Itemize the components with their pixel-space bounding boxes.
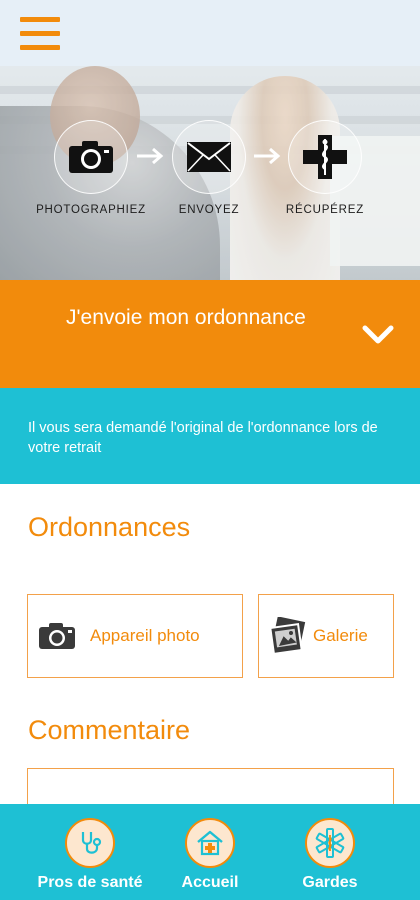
gallery-icon <box>269 617 306 655</box>
hero-banner: PHOTOGRAPHIEZ ENVOYEZ RÉCUPÉREZ <box>0 66 420 280</box>
camera-button[interactable]: Appareil photo <box>27 594 243 678</box>
nav-item-home[interactable]: Accueil <box>140 818 280 892</box>
home-pharmacy-icon <box>185 818 235 868</box>
info-text: Il vous sera demandé l'original de l'ord… <box>28 420 378 456</box>
camera-icon <box>39 623 75 649</box>
top-bar <box>0 0 420 66</box>
section-title-comment: Commentaire <box>28 715 191 745</box>
star-of-life-icon <box>305 818 355 868</box>
step-label: RÉCUPÉREZ <box>285 204 365 216</box>
nav-item-health-pros[interactable]: Pros de santé <box>20 818 160 892</box>
gallery-button[interactable]: Galerie <box>258 594 394 678</box>
hamburger-menu-icon[interactable] <box>20 17 62 51</box>
nav-label: Accueil <box>181 874 239 891</box>
send-prescription-toggle[interactable]: J'envoie mon ordonnance <box>0 280 420 388</box>
gallery-button-label: Galerie <box>313 626 368 645</box>
step-label: PHOTOGRAPHIEZ <box>36 204 146 216</box>
nav-label: Pros de santé <box>37 874 143 891</box>
stethoscope-icon <box>65 818 115 868</box>
nav-label: Gardes <box>302 874 358 891</box>
section-title-prescriptions: Ordonnances <box>28 512 191 542</box>
step-send: ENVOYEZ <box>154 120 264 216</box>
step-label: ENVOYEZ <box>178 204 240 216</box>
step-photograph: PHOTOGRAPHIEZ <box>36 120 146 216</box>
chevron-down-icon[interactable] <box>362 324 394 346</box>
envelope-icon <box>172 120 246 194</box>
info-banner: Il vous sera demandé l'original de l'ord… <box>0 388 420 484</box>
nav-item-on-call[interactable]: Gardes <box>260 818 400 892</box>
bottom-nav: Pros de santé Accueil Gardes <box>0 804 420 900</box>
banner-title: J'envoie mon ordonnance <box>66 306 306 329</box>
camera-button-label: Appareil photo <box>90 626 200 645</box>
pharmacy-cross-icon <box>288 120 362 194</box>
step-collect: RÉCUPÉREZ <box>270 120 380 216</box>
camera-icon <box>54 120 128 194</box>
